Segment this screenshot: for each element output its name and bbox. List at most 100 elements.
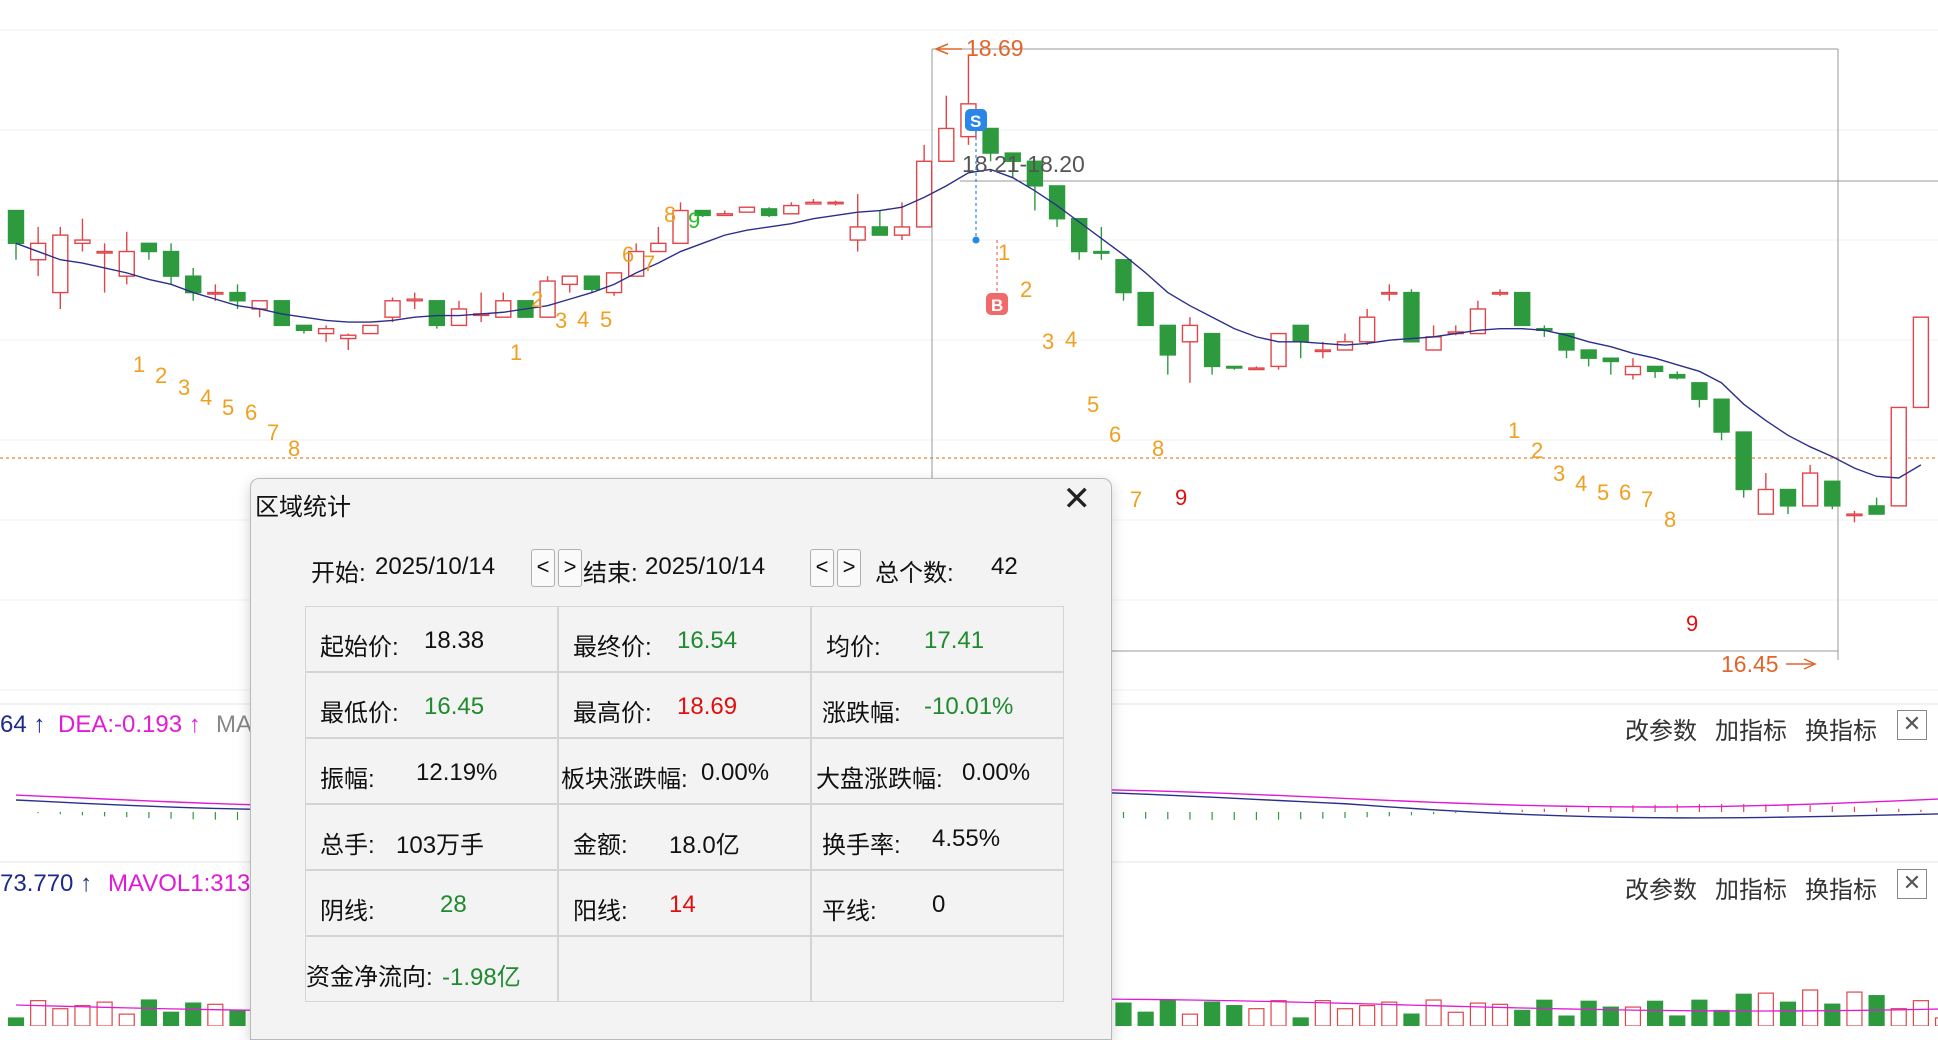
volume-bar-2 [52, 1008, 69, 1026]
sector-label: 板块涨跌幅: [561, 766, 688, 793]
candle-body-0 [7, 209, 25, 245]
volume-bar-78 [1735, 993, 1752, 1026]
start-next-button[interactable]: > [558, 549, 582, 587]
change-value: -10.01% [924, 693, 1014, 720]
avg-value: 17.41 [924, 627, 985, 654]
stat-market-cell: 大盘涨跌幅: 0.00% [811, 738, 1064, 804]
candle-body-7 [162, 250, 180, 277]
candle-body-79 [1757, 488, 1775, 515]
add-indicator-button-2[interactable]: 加指标 [1715, 870, 1787, 905]
count-label-15: 8 [664, 202, 676, 227]
end-prev-button[interactable]: < [810, 549, 834, 587]
close-indicator-icon-2[interactable]: ✕ [1897, 869, 1927, 899]
candle-body-51 [1137, 291, 1154, 327]
stat-open-cell: 起始价: 18.38 [305, 606, 558, 672]
candle-body-76 [1691, 382, 1708, 400]
stat-sector-cell: 板块涨跌幅: 0.00% [558, 738, 811, 804]
candle-body-48 [1070, 218, 1088, 253]
candle-body-16 [362, 324, 379, 335]
candle-body-61 [1358, 316, 1376, 343]
count-label-29: 4 [1575, 471, 1587, 496]
candle-body-75 [1669, 373, 1686, 379]
close-value: 16.54 [677, 627, 738, 654]
volume-bar-4 [96, 1001, 113, 1026]
candle-body-58 [1292, 324, 1309, 343]
volume-bar-69 [1536, 999, 1553, 1026]
high-value: 18.69 [677, 693, 738, 720]
volume-bar-50 [1115, 1002, 1132, 1026]
modify-params-button-2[interactable]: 改参数 [1625, 870, 1697, 905]
candle-body-36 [805, 201, 822, 205]
candle-body-20 [450, 308, 468, 327]
volume-bar-3 [74, 1005, 91, 1026]
close-indicator-icon[interactable]: ✕ [1897, 710, 1927, 740]
count-label-24: 8 [1152, 436, 1164, 461]
count-label-9: 2 [531, 287, 543, 312]
end-label: 结束: [583, 560, 638, 587]
candle-body-18 [406, 298, 423, 302]
count-label-23: 7 [1130, 487, 1142, 512]
volume-bar-81 [1802, 989, 1819, 1026]
candle-body-22 [495, 300, 512, 318]
volume-bar-52 [1159, 999, 1176, 1026]
count-label-7: 8 [288, 436, 300, 461]
volume-bar-58 [1292, 1017, 1309, 1026]
stat-avg-cell: 均价: 17.41 [811, 606, 1064, 672]
count-label-16: 9 [688, 208, 700, 233]
count-label-30: 5 [1597, 480, 1609, 505]
count-label-17: 1 [998, 240, 1010, 265]
volume-label: 总手: [320, 832, 375, 859]
close-label: 最终价: [573, 634, 652, 661]
sector-value: 0.00% [701, 759, 770, 786]
volume-bar-86 [1912, 1000, 1930, 1026]
count-label-28: 3 [1553, 461, 1565, 486]
span-price-label: 18.21-18.20 [962, 151, 1085, 177]
volume-bar-75 [1669, 1015, 1686, 1026]
candle-body-19 [428, 300, 446, 327]
change-label: 涨跌幅: [822, 700, 901, 727]
candle-body-85 [1890, 406, 1907, 507]
stat-low-cell: 最低价: 16.45 [305, 672, 558, 738]
candle-body-9 [207, 291, 224, 295]
switch-indicator-button[interactable]: 换指标 [1805, 711, 1877, 746]
candle-body-52 [1159, 324, 1177, 356]
candle-body-68 [1513, 291, 1531, 327]
count-label-11: 4 [577, 307, 589, 332]
candle-body-13 [295, 324, 313, 332]
candle-body-3 [74, 239, 91, 245]
market-value: 0.00% [962, 759, 1031, 786]
range-row: 开始: 2025/10/14 < > 结束: 2025/10/14 < > 总个… [251, 549, 1111, 593]
volume-bar-60 [1336, 1008, 1354, 1026]
count-label-3: 4 [200, 385, 212, 410]
count-label-2: 3 [178, 375, 190, 400]
close-icon[interactable]: ✕ [1063, 480, 1092, 518]
flow-value: -1.98亿 [442, 964, 521, 991]
candle-body-37 [827, 201, 844, 205]
candle-body-83 [1846, 513, 1863, 517]
macd-value-tail: 64 ↑ [0, 711, 46, 738]
region-stats-dialog: 区域统计 ✕ 开始: 2025/10/14 < > 结束: 2025/10/14… [250, 478, 1112, 1040]
candle-body-77 [1713, 398, 1730, 433]
modify-params-button[interactable]: 改参数 [1625, 711, 1697, 746]
up-value: 14 [669, 891, 696, 918]
add-indicator-button[interactable]: 加指标 [1715, 711, 1787, 746]
volume-bar-56 [1248, 1008, 1265, 1026]
stat-flat-cell: 平线: 0 [811, 870, 1064, 936]
volume-bar-9 [207, 1003, 224, 1026]
candle-body-70 [1558, 332, 1575, 351]
candle-body-55 [1226, 365, 1243, 369]
switch-indicator-button-2[interactable]: 换指标 [1805, 870, 1877, 905]
candle-body-44 [982, 127, 999, 154]
up-label: 阳线: [573, 898, 628, 925]
count-label-12: 5 [600, 307, 612, 332]
volume-bar-80 [1779, 1001, 1797, 1026]
end-next-button[interactable]: > [837, 549, 861, 587]
amount-label: 金额: [573, 832, 628, 859]
start-prev-button[interactable]: < [531, 549, 555, 587]
candle-body-71 [1580, 349, 1597, 359]
volume-bar-57 [1270, 1000, 1287, 1026]
candle-body-49 [1093, 250, 1110, 254]
volume-bar-1 [30, 1000, 47, 1026]
stat-amount-cell: 金额: 18.0亿 [558, 804, 811, 870]
start-label: 开始: [311, 560, 366, 587]
